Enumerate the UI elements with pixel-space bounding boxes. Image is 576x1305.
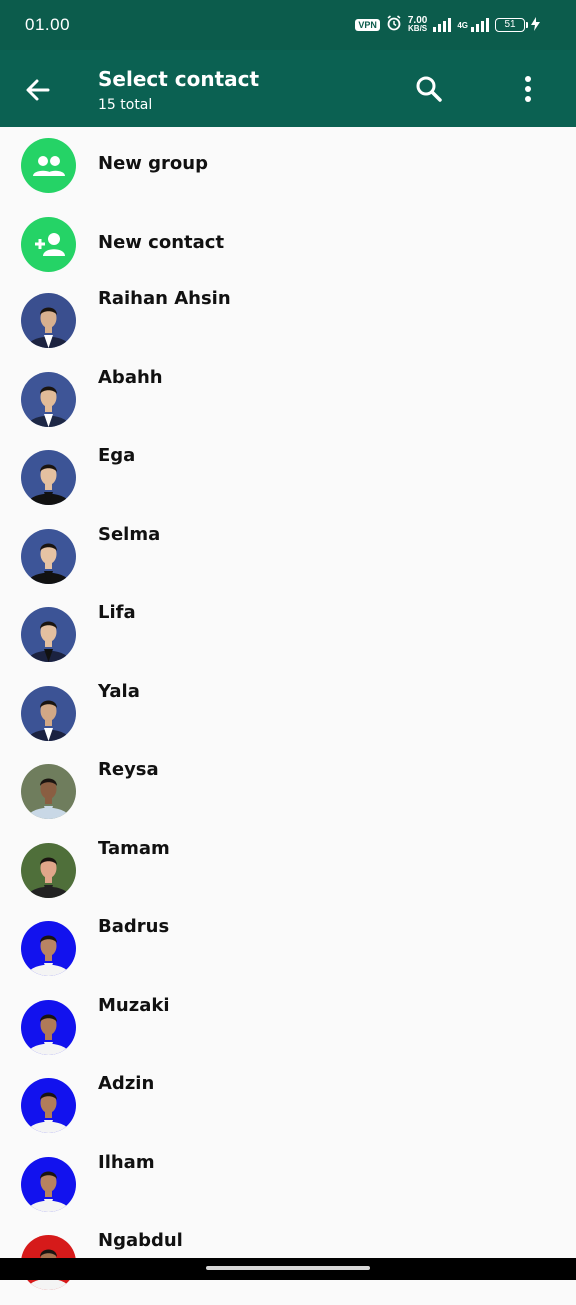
search-icon[interactable]	[414, 74, 444, 104]
new-group-item[interactable]: New group	[0, 127, 576, 206]
battery-icon: 51	[495, 18, 528, 32]
network-speed: 7.00 KB/S	[408, 16, 428, 33]
contact-item[interactable]: Muzaki	[0, 991, 576, 1070]
contact-item[interactable]: Ega	[0, 441, 576, 520]
contact-avatar	[21, 1078, 76, 1133]
new-group-label: New group	[98, 153, 208, 174]
vpn-badge: VPN	[355, 19, 380, 31]
contact-item[interactable]: Yala	[0, 677, 576, 756]
contact-item[interactable]: Badrus	[0, 912, 576, 991]
contact-avatar	[21, 450, 76, 505]
status-time: 01.00	[25, 15, 71, 34]
add-person-icon	[21, 216, 76, 272]
contact-item[interactable]: Lifa	[0, 598, 576, 677]
contact-item[interactable]: Selma	[0, 520, 576, 599]
status-icons: VPN 7.00 KB/S 4G 51	[355, 14, 540, 36]
contact-name: Raihan Ahsin	[98, 288, 231, 309]
app-bar: Select contact 15 total	[0, 50, 576, 127]
contact-rows: Raihan Ahsin Abahh Ega Selma Lifa Yala Reysa Ta…	[0, 284, 576, 1305]
home-indicator[interactable]	[206, 1266, 370, 1270]
page-title: Select contact	[98, 67, 260, 91]
contact-avatar	[21, 842, 76, 898]
contact-name: Tamam	[98, 837, 170, 859]
contact-avatar	[21, 293, 76, 348]
contact-avatar	[21, 371, 76, 427]
group-icon	[21, 138, 76, 193]
contact-avatar	[21, 607, 76, 662]
contact-name: Selma	[98, 523, 161, 545]
contact-name: Adzin	[98, 1073, 155, 1094]
contact-avatar	[21, 921, 76, 976]
contact-item[interactable]: Ilham	[0, 1148, 576, 1227]
status-bar: 01.00 VPN 7.00 KB/S 4G 51	[0, 0, 576, 50]
contact-count: 15 total	[98, 97, 153, 113]
more-options-icon[interactable]	[516, 74, 540, 104]
signal-icon	[433, 18, 452, 32]
charging-icon	[531, 16, 540, 35]
network-type: 4G	[457, 20, 468, 30]
network-speed-unit: KB/S	[408, 24, 428, 33]
contact-name: Yala	[98, 680, 140, 702]
contact-item[interactable]: Reysa	[0, 755, 576, 834]
contact-avatar	[21, 999, 76, 1055]
contact-avatar	[21, 764, 76, 819]
contact-name: Ega	[98, 445, 136, 466]
contact-name: Ngabdul	[98, 1230, 183, 1251]
gesture-nav-bar	[0, 1258, 576, 1280]
contact-name: Abahh	[98, 366, 163, 388]
back-arrow-icon[interactable]	[22, 74, 54, 106]
contact-list: New group New contact Raihan Ahsin Abahh E…	[0, 127, 576, 1305]
contact-name: Muzaki	[98, 994, 170, 1016]
contact-avatar	[21, 528, 76, 584]
alarm-icon	[386, 15, 402, 35]
contact-item[interactable]: Adzin	[0, 1069, 576, 1148]
contact-name: Ilham	[98, 1151, 155, 1173]
contact-name: Badrus	[98, 916, 170, 937]
signal-icon-2	[471, 18, 489, 32]
new-contact-item[interactable]: New contact	[0, 206, 576, 285]
new-contact-label: New contact	[98, 231, 225, 253]
contact-name: Reysa	[98, 759, 159, 780]
contact-name: Lifa	[98, 602, 136, 623]
contact-avatar	[21, 685, 76, 741]
contact-avatar	[21, 1156, 76, 1212]
contact-item[interactable]: Raihan Ahsin	[0, 284, 576, 363]
contact-item[interactable]: Tamam	[0, 834, 576, 913]
contact-item[interactable]: Abahh	[0, 363, 576, 442]
